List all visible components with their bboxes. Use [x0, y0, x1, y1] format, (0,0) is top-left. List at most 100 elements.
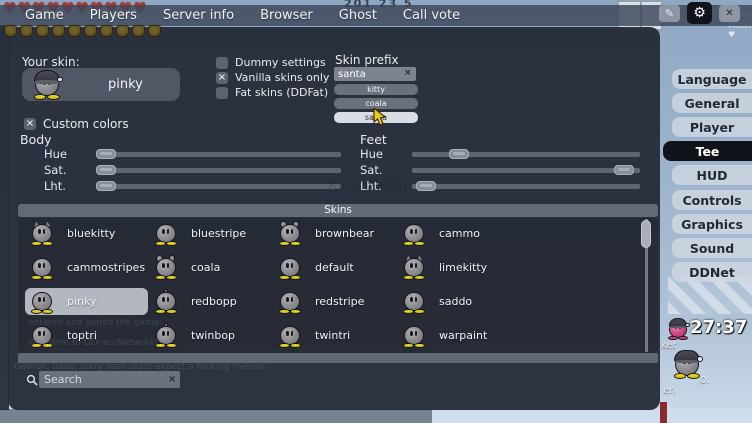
clear-search-icon[interactable]: ×: [168, 374, 176, 385]
tee-foot: [42, 309, 52, 314]
checkbox[interactable]: [216, 87, 228, 99]
checkbox-label: Custom colors: [43, 117, 129, 131]
skin-item-warpaint[interactable]: warpaint: [397, 322, 520, 349]
skin-tee-icon: [154, 222, 178, 246]
skin-item-limekitty[interactable]: limekitty: [397, 254, 520, 281]
skin-item-coala[interactable]: coala: [149, 254, 272, 281]
slider-row-feet-hue: Hue: [360, 148, 652, 160]
dummy-settings-checkbox-row[interactable]: Dummy settings: [216, 56, 326, 69]
skin-item-bluekitty[interactable]: bluekitty: [25, 220, 148, 247]
skin-item-name: redbopp: [191, 295, 237, 308]
settings-button[interactable]: ⚙: [687, 2, 712, 24]
settings-tab-controls[interactable]: Controls: [672, 190, 752, 210]
skin-item-name: twinbop: [191, 329, 235, 342]
skin-item-cammo[interactable]: cammo: [397, 220, 520, 247]
slider-track[interactable]: [96, 184, 341, 189]
tee-foot: [290, 343, 300, 348]
search-icon: [26, 374, 38, 386]
custom-colors-checkbox-row[interactable]: × Custom colors: [24, 117, 129, 131]
skin-item-default[interactable]: default: [273, 254, 396, 281]
search-input[interactable]: [39, 371, 180, 388]
skin-item-name: twintri: [315, 329, 350, 342]
slider-label: Hue: [360, 147, 412, 161]
skins-scrollbar-thumb[interactable]: [641, 220, 651, 248]
current-skin-button[interactable]: pinky: [22, 68, 180, 101]
slider-handle[interactable]: [96, 181, 116, 191]
checkbox[interactable]: ×: [24, 118, 36, 130]
tee-settings-panel: Your skin: pinky Dummy settings × Vanill…: [8, 27, 660, 410]
slider-handle[interactable]: [96, 149, 116, 159]
settings-tab-hud[interactable]: HUD: [672, 165, 752, 185]
slider-handle[interactable]: [614, 165, 634, 175]
menu-tab-browser[interactable]: Browser: [260, 8, 313, 23]
settings-tab-tee[interactable]: Tee: [663, 141, 752, 161]
skin-item-saddo[interactable]: saddo: [397, 288, 520, 315]
clear-prefix-icon[interactable]: ×: [404, 68, 412, 78]
prefix-option-kitty[interactable]: kitty: [334, 84, 418, 95]
tee-eye: [162, 229, 165, 234]
settings-tab-general[interactable]: General: [672, 93, 752, 113]
checkbox[interactable]: ×: [216, 72, 228, 84]
settings-tab-language[interactable]: Language: [672, 69, 752, 89]
tee-foot: [34, 94, 47, 100]
skin-item-twintri[interactable]: twintri: [273, 322, 396, 349]
background-chat-line: entered and joined the game: [28, 318, 159, 328]
background-ground-shadow: [0, 409, 432, 423]
tee-eye: [162, 297, 165, 302]
menu-tab-players[interactable]: Players: [90, 8, 137, 23]
tee-foot: [166, 275, 176, 280]
tee-foot: [42, 241, 52, 246]
slider-track[interactable]: [412, 152, 640, 157]
checkbox[interactable]: [216, 57, 228, 69]
slider-track[interactable]: [96, 168, 341, 173]
skin-item-name: coala: [191, 261, 220, 274]
skin-item-cammostripes[interactable]: cammostripes: [25, 254, 148, 281]
tee-foot: [155, 241, 165, 246]
tee-foot: [414, 241, 424, 246]
tee-eye: [38, 297, 41, 302]
settings-tab-player[interactable]: Player: [672, 117, 752, 137]
tee-foot: [47, 94, 60, 100]
skin-item-redstripe[interactable]: redstripe: [273, 288, 396, 315]
tee-eye: [162, 263, 165, 268]
tee-eye: [286, 229, 289, 234]
armor-shield-icon: [36, 25, 49, 37]
menu-tab-ghost[interactable]: Ghost: [339, 8, 377, 23]
skin-item-name: pinky: [67, 295, 97, 308]
slider-handle[interactable]: [96, 165, 116, 175]
settings-tab-graphics[interactable]: Graphics: [672, 214, 752, 234]
skin-item-name: warpaint: [439, 329, 487, 342]
skin-tee-icon: [402, 222, 426, 246]
armor-shield-icon: [68, 25, 81, 37]
tee-foot: [414, 343, 424, 348]
background-watermark: Kickerteen: [328, 176, 408, 194]
tee-eye: [38, 331, 41, 336]
menu-tab-server-info[interactable]: Server info: [163, 8, 234, 23]
close-icon: ✕: [725, 8, 733, 19]
top-menu-bar: Game Players Server info Browser Ghost Call v…: [0, 5, 752, 26]
close-button[interactable]: ✕: [719, 5, 740, 22]
skin-item-twinbop[interactable]: twinbop: [149, 322, 272, 349]
skin-item-name: brownbear: [315, 227, 374, 240]
slider-track[interactable]: [412, 184, 640, 189]
slider-track[interactable]: [96, 152, 341, 157]
skin-item-bluestripe[interactable]: bluestripe: [149, 220, 272, 247]
settings-tab-ddnet[interactable]: DDNet: [672, 262, 752, 282]
skin-item-brownbear[interactable]: brownbear: [273, 220, 396, 247]
slider-handle[interactable]: [416, 181, 436, 191]
spectator-tee-icon: [667, 318, 689, 340]
menu-tab-call-vote[interactable]: Call vote: [403, 8, 460, 23]
tee-foot: [279, 241, 289, 246]
fat-skins-checkbox-row[interactable]: Fat skins (DDFat): [216, 86, 328, 99]
slider-handle[interactable]: [449, 149, 469, 159]
tee-eye: [286, 263, 289, 268]
menu-tab-game[interactable]: Game: [25, 8, 64, 23]
tee-foot: [403, 309, 413, 314]
vanilla-skins-checkbox-row[interactable]: × Vanilla skins only: [216, 71, 329, 84]
slider-row-feet-sat: Sat.: [360, 164, 652, 176]
skin-item-pinky[interactable]: pinky: [25, 288, 148, 315]
slider-track[interactable]: [412, 168, 640, 173]
settings-tab-sound[interactable]: Sound: [672, 238, 752, 258]
editor-button[interactable]: ✎: [659, 5, 680, 22]
skin-item-redbopp[interactable]: redbopp: [149, 288, 272, 315]
